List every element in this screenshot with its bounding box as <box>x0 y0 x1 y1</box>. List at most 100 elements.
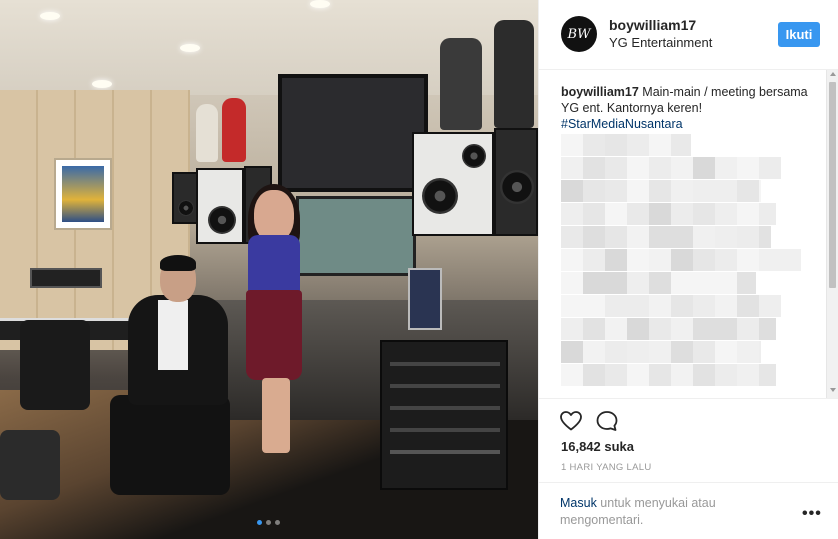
blurred-pixel <box>737 226 759 248</box>
avatar[interactable]: BW <box>561 16 597 52</box>
login-prompt: Masuk untuk menyukai atau mengomentari. <box>538 482 838 539</box>
blurred-pixel <box>671 180 693 202</box>
blurred-pixel <box>759 341 761 363</box>
blurred-pixel <box>671 157 693 179</box>
person-woman-skirt <box>246 290 302 380</box>
login-link[interactable]: Masuk <box>560 496 597 510</box>
more-options-icon[interactable]: ••• <box>802 506 822 522</box>
carousel-dot[interactable] <box>257 520 262 525</box>
person-woman-legs <box>262 378 290 453</box>
blurred-pixel <box>737 318 759 340</box>
post-photo[interactable] <box>0 0 538 539</box>
blurred-pixel <box>561 318 583 340</box>
blurred-pixel <box>737 203 759 225</box>
blurred-pixel <box>605 272 627 294</box>
blurred-pixel <box>583 134 605 156</box>
blurred-pixel <box>737 341 759 363</box>
ceiling-light <box>180 44 200 52</box>
blurred-pixel <box>605 295 627 317</box>
blurred-pixel <box>671 249 693 271</box>
speaker <box>196 168 244 244</box>
blurred-pixel <box>671 226 693 248</box>
ceiling-light <box>310 0 330 8</box>
likes-count[interactable]: 16,842 suka <box>561 439 634 454</box>
scroll-up-arrow-icon[interactable] <box>830 72 836 76</box>
blurred-pixel <box>715 272 737 294</box>
post-caption: boywilliam17 Main-main / meeting bersama… <box>561 84 811 132</box>
scrollbar-thumb[interactable] <box>829 82 836 288</box>
blurred-pixel <box>715 249 737 271</box>
blurred-pixel <box>627 364 649 386</box>
blurred-pixel <box>671 341 693 363</box>
blurred-pixel <box>693 318 715 340</box>
blurred-pixel <box>781 249 801 271</box>
follow-button[interactable]: Ikuti <box>778 22 820 47</box>
blurred-pixel <box>693 249 715 271</box>
blurred-pixel <box>649 226 671 248</box>
person-man-shirt <box>158 300 188 370</box>
blurred-pixel <box>583 364 605 386</box>
office-chair <box>20 320 90 410</box>
blurred-pixel <box>693 226 715 248</box>
blurred-pixel <box>627 272 649 294</box>
speaker <box>494 128 538 236</box>
carousel-dot[interactable] <box>266 520 271 525</box>
blurred-pixel <box>737 157 759 179</box>
blurred-comments <box>561 134 819 396</box>
blurred-pixel <box>759 318 776 340</box>
scroll-down-arrow-icon[interactable] <box>830 388 836 392</box>
scrollbar[interactable] <box>826 70 838 398</box>
blurred-pixel <box>561 226 583 248</box>
heart-outline-icon[interactable] <box>559 409 583 433</box>
equipment-rack <box>380 340 508 490</box>
speaker <box>412 132 494 236</box>
blurred-pixel <box>561 295 583 317</box>
wall-tv <box>278 74 428 192</box>
caption-username[interactable]: boywilliam17 <box>561 85 639 99</box>
blurred-pixel <box>649 341 671 363</box>
blurred-pixel <box>649 249 671 271</box>
carousel-dot[interactable] <box>275 520 280 525</box>
blurred-pixel <box>627 249 649 271</box>
blurred-pixel <box>715 180 737 202</box>
blurred-pixel <box>605 318 627 340</box>
blurred-pixel <box>627 203 649 225</box>
post-details-panel: BW boywilliam17 YG Entertainment Ikuti b… <box>538 0 838 539</box>
synth-keyboard <box>30 268 102 288</box>
hashtag-link[interactable]: #StarMediaNusantara <box>561 117 683 131</box>
post-timestamp: 1 HARI YANG LALU <box>561 462 652 473</box>
ceiling-light <box>92 80 112 88</box>
blurred-pixel <box>605 157 627 179</box>
person-woman-top <box>248 235 300 295</box>
blurred-pixel <box>605 341 627 363</box>
blurred-pixel <box>605 364 627 386</box>
blurred-pixel <box>715 364 737 386</box>
blurred-pixel <box>605 249 627 271</box>
blurred-pixel <box>759 295 781 317</box>
blurred-pixel <box>627 134 649 156</box>
blurred-pixel <box>671 203 693 225</box>
blurred-pixel <box>605 134 627 156</box>
location-link[interactable]: YG Entertainment <box>609 35 712 50</box>
bearbrick-figure <box>196 104 218 162</box>
speaker <box>172 172 198 224</box>
blurred-pixel <box>561 157 583 179</box>
carousel-indicator[interactable] <box>257 520 280 525</box>
blurred-pixel <box>759 157 781 179</box>
blurred-pixel <box>693 364 715 386</box>
comment-bubble-icon[interactable] <box>595 409 619 433</box>
bearbrick-figure <box>222 98 246 162</box>
blurred-pixel <box>737 295 759 317</box>
blurred-pixel <box>627 157 649 179</box>
blurred-pixel <box>583 203 605 225</box>
post-header: BW boywilliam17 YG Entertainment Ikuti <box>539 0 838 70</box>
blurred-pixel <box>759 203 776 225</box>
username-link[interactable]: boywilliam17 <box>609 17 696 33</box>
computer-monitor <box>408 268 442 330</box>
blurred-pixel <box>737 272 756 294</box>
blurred-pixel <box>693 180 715 202</box>
blurred-pixel <box>561 272 583 294</box>
blurred-pixel <box>583 226 605 248</box>
blurred-pixel <box>649 364 671 386</box>
blurred-pixel <box>605 180 627 202</box>
